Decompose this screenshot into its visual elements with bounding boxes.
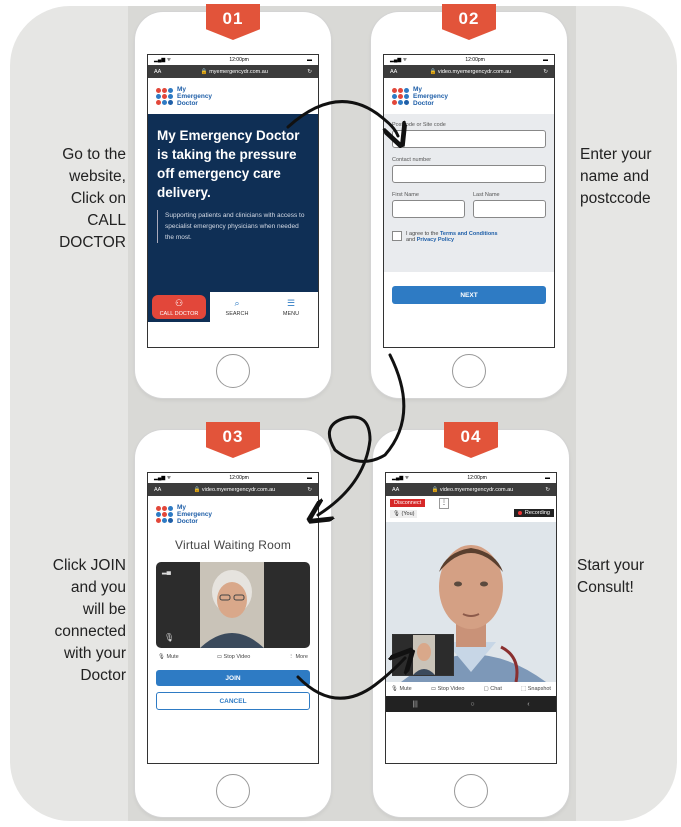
arrow-icon [286, 100, 398, 136]
arrow-icon [296, 658, 405, 700]
flow-arrows [286, 100, 681, 700]
arrow-icon [318, 353, 406, 515]
